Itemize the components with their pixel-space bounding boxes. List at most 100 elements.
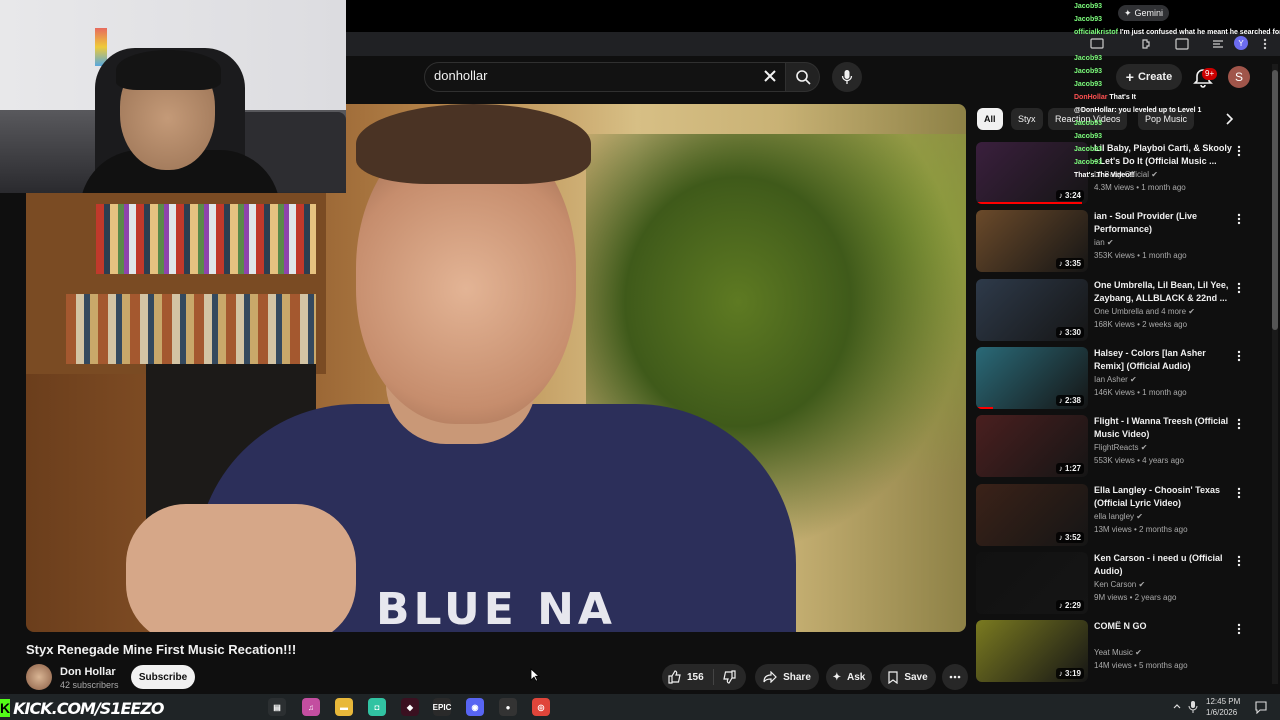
recommendation-item[interactable]: ♪ 2:38 Halsey - Colors [Ian Asher Remix] … (976, 347, 1266, 413)
recommendation-item[interactable]: ♪ 2:29 Ken Carson - i need u (Official Au… (976, 552, 1266, 618)
windows-taskbar (0, 694, 1280, 720)
video-thumbnail[interactable]: ♪ 2:29 (976, 552, 1088, 614)
recommendation-channel[interactable]: ella langley ✔ (1094, 512, 1143, 521)
recommendation-channel[interactable]: ian ✔ (1094, 238, 1114, 247)
more-vertical-icon[interactable] (1234, 349, 1244, 363)
file-explorer-icon[interactable]: ▬ (335, 698, 353, 716)
more-vertical-icon[interactable] (1234, 554, 1244, 568)
more-vertical-icon[interactable] (1234, 417, 1244, 431)
more-vertical-icon[interactable] (1234, 212, 1244, 226)
recommendation-channel[interactable]: Ian Asher ✔ (1094, 375, 1137, 384)
subscribe-button[interactable]: Subscribe (131, 665, 195, 689)
chrome-icon[interactable]: ◎ (532, 698, 550, 716)
verified-icon: ✔ (1135, 648, 1142, 657)
voice-search-button[interactable] (832, 62, 862, 92)
chat-username[interactable]: Jacob93 (1074, 120, 1102, 127)
tray-chevron-icon[interactable] (1172, 702, 1182, 712)
chat-username[interactable]: Jacob93 (1074, 146, 1102, 153)
video-thumbnail[interactable]: ♪ 2:38 (976, 347, 1088, 409)
search-query-text: donhollar (434, 68, 488, 83)
search-button[interactable] (786, 62, 820, 92)
recommendation-item[interactable]: ♪ 3:30 One Umbrella, Lil Bean, Lil Yee, Z… (976, 279, 1266, 345)
discord-icon[interactable]: ◉ (466, 698, 484, 716)
channel-name[interactable]: Don Hollar (60, 666, 116, 678)
streamlabs-icon[interactable]: ◘ (368, 698, 386, 716)
recommendation-meta: 14M views • 5 months ago (1094, 661, 1188, 670)
epic-games-icon[interactable]: EPIC (433, 698, 451, 716)
like-button[interactable]: 156 (668, 670, 704, 684)
mouse-cursor-icon (530, 668, 540, 682)
chip-styx[interactable]: Styx (1011, 108, 1043, 130)
video-thumbnail[interactable]: ♪ 3:24 (976, 142, 1088, 204)
recommendation-channel[interactable]: Ken Carson ✔ (1094, 580, 1145, 589)
duration-text: 2:38 (1064, 396, 1081, 405)
watch-progress-bar (976, 202, 1083, 204)
recommendation-channel[interactable]: One Umbrella and 4 more ✔ (1094, 307, 1195, 316)
recommendation-title[interactable]: Ella Langley - Choosin' Texas (Official … (1094, 484, 1234, 510)
chat-username[interactable]: Jacob93 (1074, 133, 1102, 140)
recommendation-title[interactable]: ian - Soul Provider (Live Performance) (1094, 210, 1234, 236)
gemini-button[interactable]: ✦ Gemini (1118, 5, 1170, 21)
tray-mic-icon[interactable] (1188, 700, 1198, 714)
save-button[interactable]: Save (880, 664, 936, 690)
video-thumbnail[interactable]: ♪ 3:52 (976, 484, 1088, 546)
more-actions-button[interactable] (942, 664, 968, 690)
recommendation-title[interactable]: One Umbrella, Lil Bean, Lil Yee, Zaybang… (1094, 279, 1234, 305)
recommendation-title[interactable]: Halsey - Colors [Ian Asher Remix] (Offic… (1094, 347, 1234, 373)
obs-icon[interactable]: ● (499, 698, 517, 716)
chat-message: Jacob93 (1074, 13, 1280, 26)
recommendation-title[interactable]: COMË N GO (1094, 620, 1234, 633)
recommendation-item[interactable]: ♪ 3:19 COMË N GO Yeat Music ✔ 14M views • 5… (976, 620, 1266, 686)
dislike-button[interactable] (722, 670, 736, 684)
verified-icon: ✔ (1138, 580, 1146, 589)
verified-icon: ✔ (1106, 238, 1114, 247)
chat-username[interactable]: officialkristof (1074, 29, 1118, 36)
chat-username[interactable]: DonHollar (1074, 94, 1107, 101)
clock-time[interactable]: 12:45 PM (1206, 697, 1240, 706)
video-thumbnail[interactable]: ♪ 1:27 (976, 415, 1088, 477)
chat-text: That's The Video!! (1074, 172, 1135, 179)
chip-all[interactable]: All (977, 108, 1003, 130)
channel-text: ella langley (1094, 512, 1135, 521)
notification-center-icon[interactable] (1254, 700, 1268, 714)
chat-username[interactable]: Jacob93 (1074, 55, 1102, 62)
task-view-icon[interactable]: ▤ (268, 698, 286, 716)
chat-username[interactable]: Jacob93 (1074, 3, 1102, 10)
video-thumbnail[interactable]: ♪ 3:30 (976, 279, 1088, 341)
davinci-icon[interactable]: ◆ (401, 698, 419, 716)
more-vertical-icon[interactable] (1234, 622, 1244, 636)
duration-text: 3:30 (1064, 328, 1081, 337)
chat-username[interactable]: Jacob93 (1074, 81, 1102, 88)
more-vertical-icon[interactable] (1234, 486, 1244, 500)
ask-button[interactable]: ✦ Ask (826, 664, 872, 690)
more-vertical-icon[interactable] (1234, 281, 1244, 295)
video-title: Styx Renegade Mine First Music Recation!… (26, 642, 297, 657)
chat-message: Jacob93 (1074, 52, 1280, 65)
recommendation-item[interactable]: ♪ 3:35 ian - Soul Provider (Live Performa… (976, 210, 1266, 276)
search-icon (795, 70, 811, 85)
recommendation-item[interactable]: ♪ 3:52 Ella Langley - Choosin' Texas (Off… (976, 484, 1266, 550)
recommendation-item[interactable]: ♪ 1:27 Flight - I Wanna Treesh (Official … (976, 415, 1266, 481)
recommendation-title[interactable]: Ken Carson - i need u (Official Audio) (1094, 552, 1234, 578)
recommendation-channel[interactable]: FlightReacts ✔ (1094, 443, 1147, 452)
chat-username[interactable]: Jacob93 (1074, 68, 1102, 75)
video-thumbnail[interactable]: ♪ 3:19 (976, 620, 1088, 682)
recommendation-channel[interactable]: Yeat Music ✔ (1094, 648, 1142, 657)
streamer-hair (116, 50, 221, 90)
chat-username[interactable]: Jacob93 (1074, 159, 1102, 166)
like-dislike-group: 156 (662, 664, 746, 690)
kick-channel-url: KICK.COM/S1EEZO (13, 698, 164, 718)
recommendation-meta: 13M views • 2 months ago (1094, 525, 1188, 534)
itunes-icon[interactable]: ♫ (302, 698, 320, 716)
chat-message (1074, 39, 1280, 52)
channel-avatar[interactable] (26, 664, 52, 690)
share-button[interactable]: Share (755, 664, 819, 690)
recommendation-title[interactable]: Flight - I Wanna Treesh (Official Music … (1094, 415, 1234, 441)
chat-text: That's It (1109, 94, 1136, 101)
chat-message: Jacob93 (1074, 65, 1280, 78)
duration-text: 2:29 (1064, 601, 1081, 610)
clear-search-icon[interactable] (760, 66, 780, 86)
video-thumbnail[interactable]: ♪ 3:35 (976, 210, 1088, 272)
clock-date[interactable]: 1/6/2026 (1206, 708, 1237, 717)
chat-username[interactable]: Jacob93 (1074, 16, 1102, 23)
